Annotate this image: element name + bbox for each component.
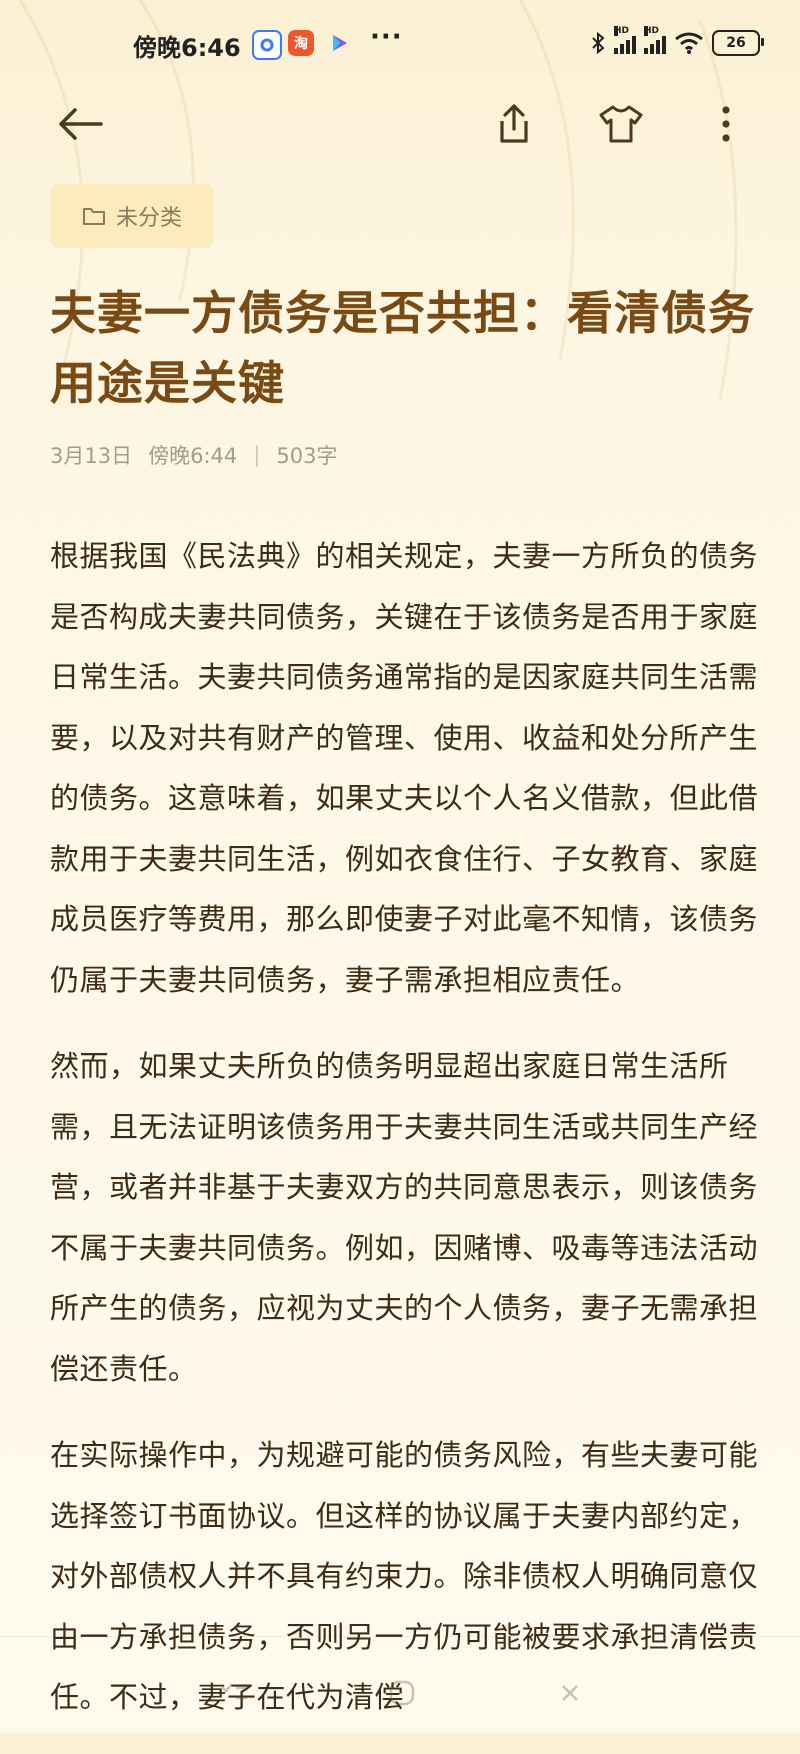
shape-icon[interactable]	[384, 1675, 420, 1711]
share-icon	[500, 104, 528, 143]
tshirt-icon	[599, 105, 643, 143]
status-bar: 傍晚6:46 淘 ··· HD HD 26	[0, 20, 800, 68]
browser-app-icon	[252, 30, 282, 60]
more-button[interactable]	[694, 92, 758, 156]
signal-2-icon: HD	[644, 26, 666, 54]
battery-indicator: 26	[712, 30, 764, 56]
note-date: 3月13日	[50, 444, 133, 468]
video-app-icon	[326, 30, 352, 56]
folder-icon	[83, 208, 105, 225]
meta-separator: |	[253, 443, 261, 467]
category-label: 未分类	[116, 206, 183, 231]
note-body[interactable]: 根据我国《民法典》的相关规定，夫妻一方所负的债务是否构成夫妻共同债务，关键在于该…	[50, 526, 762, 1754]
checklist-icon[interactable]	[216, 1675, 252, 1711]
category-chip[interactable]: 未分类	[50, 184, 215, 248]
status-time: 傍晚6:46	[133, 34, 241, 62]
more-vertical-icon	[722, 106, 730, 142]
bottom-toolbar	[0, 1636, 800, 1734]
paragraph[interactable]: 根据我国《民法典》的相关规定，夫妻一方所负的债务是否构成夫妻共同债务，关键在于该…	[50, 526, 762, 1010]
paragraph[interactable]: 然而，如果丈夫所负的债务明显超出家庭日常生活所需，且无法证明该债务用于夫妻共同生…	[50, 1036, 762, 1399]
status-more-icon: ···	[370, 22, 403, 52]
signal-1-icon: HD	[614, 26, 636, 54]
toolbar	[0, 92, 800, 156]
arrow-left-icon	[59, 108, 103, 140]
taobao-app-icon: 淘	[288, 30, 314, 56]
theme-button[interactable]	[589, 92, 653, 156]
wifi-icon	[675, 32, 703, 54]
note-time: 傍晚6:44	[148, 444, 238, 468]
bluetooth-icon	[592, 31, 605, 55]
status-indicators: HD HD 26	[590, 26, 764, 56]
note-title[interactable]: 夫妻一方债务是否共担：看清债务用途是关键	[50, 278, 760, 418]
back-button[interactable]	[48, 92, 112, 156]
word-count: 503字	[276, 444, 338, 468]
share-button[interactable]	[482, 92, 546, 156]
close-icon[interactable]	[552, 1675, 588, 1711]
note-meta: 3月13日 傍晚6:44 | 503字	[50, 440, 337, 470]
